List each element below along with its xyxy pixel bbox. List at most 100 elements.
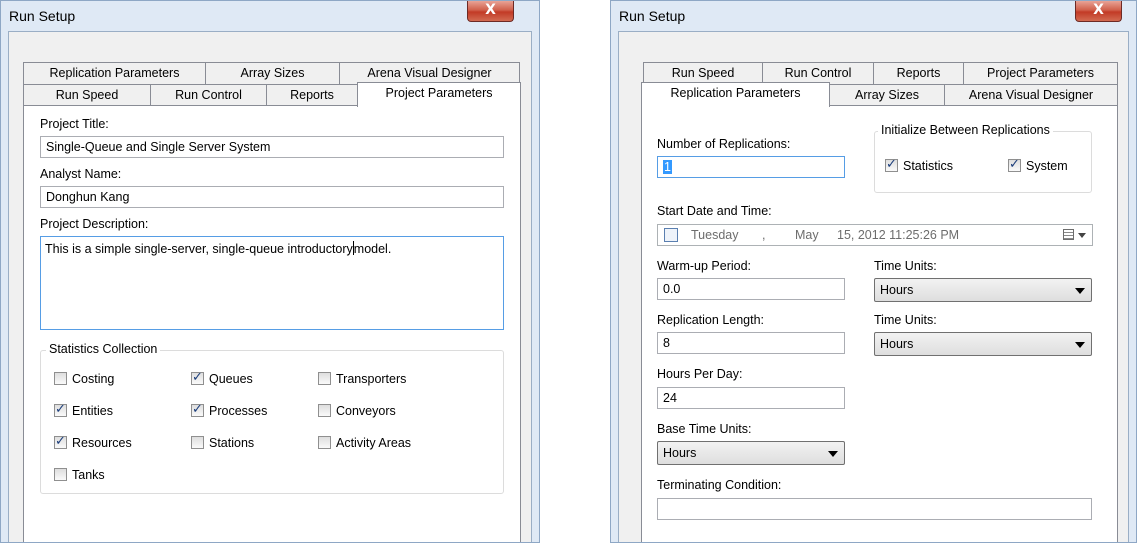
replication-length-input[interactable]: 8 xyxy=(657,332,845,354)
tab-array-sizes[interactable]: Array Sizes xyxy=(205,62,340,84)
queues-checkbox[interactable]: Queues xyxy=(191,370,253,387)
start-date-checkbox[interactable] xyxy=(664,228,678,242)
init-system-label: System xyxy=(1026,159,1068,173)
costing-label: Costing xyxy=(72,372,115,386)
replication-length-time-units-select[interactable]: Hours xyxy=(874,332,1092,356)
processes-label: Processes xyxy=(209,404,268,418)
start-date-day-year-time: 15, 2012 11:25:26 PM xyxy=(837,228,960,242)
dialog-title: Run Setup xyxy=(9,8,76,24)
checkbox-checked-icon xyxy=(54,402,67,418)
tab-replication-parameters[interactable]: Replication Parameters xyxy=(641,82,830,107)
hours-per-day-input[interactable]: 24 xyxy=(657,387,845,409)
tab-run-control[interactable]: Run Control xyxy=(150,84,267,106)
tab-project-parameters[interactable]: Project Parameters xyxy=(963,62,1118,84)
tab-arena-visual-designer[interactable]: Arena Visual Designer xyxy=(944,84,1118,106)
tab-arena-visual-designer[interactable]: Arena Visual Designer xyxy=(339,62,520,84)
title-bar: Run Setup X xyxy=(1,1,539,31)
init-statistics-checkbox[interactable]: Statistics xyxy=(885,157,954,174)
analyst-name-input[interactable]: Donghun Kang xyxy=(40,186,504,208)
checkbox-icon xyxy=(318,404,331,417)
close-icon: X xyxy=(485,2,496,18)
base-time-units-select[interactable]: Hours xyxy=(657,441,845,465)
close-button[interactable]: X xyxy=(1075,1,1122,22)
close-button[interactable]: X xyxy=(467,1,514,22)
start-date-weekday: Tuesday xyxy=(691,228,739,242)
checkbox-checked-icon xyxy=(885,157,898,173)
dialog-client-area: Replication Parameters Array Sizes Arena… xyxy=(8,31,532,542)
checkbox-icon xyxy=(54,372,67,385)
conveyors-label: Conveyors xyxy=(336,404,396,418)
warmup-period-input[interactable]: 0.0 xyxy=(657,278,845,300)
base-time-units-label: Base Time Units: xyxy=(657,422,752,436)
checkbox-checked-icon xyxy=(1008,157,1021,173)
queues-label: Queues xyxy=(209,372,253,386)
terminating-condition-input[interactable] xyxy=(657,498,1092,520)
tab-page-replication-parameters: Number of Replications: 1 Initialize Bet… xyxy=(641,105,1118,542)
replication-length-time-units-value: Hours xyxy=(880,337,914,351)
dialog-title: Run Setup xyxy=(619,8,686,24)
checkbox-icon xyxy=(318,436,331,449)
replication-length-time-units-label: Time Units: xyxy=(874,313,937,327)
activity-areas-label: Activity Areas xyxy=(336,436,412,450)
tab-run-control[interactable]: Run Control xyxy=(762,62,874,84)
checkbox-checked-icon xyxy=(191,402,204,418)
init-statistics-label: Statistics xyxy=(903,159,954,173)
close-icon: X xyxy=(1093,2,1104,18)
statistics-collection-title: Statistics Collection xyxy=(46,342,161,356)
chevron-down-icon xyxy=(828,451,838,457)
num-replications-value: 1 xyxy=(663,160,672,174)
project-description-label: Project Description: xyxy=(40,217,149,231)
initialize-group-title: Initialize Between Replications xyxy=(878,123,1053,137)
tanks-label: Tanks xyxy=(72,468,105,482)
hours-per-day-label: Hours Per Day: xyxy=(657,367,743,381)
chevron-down-icon[interactable] xyxy=(1078,233,1086,238)
analyst-name-label: Analyst Name: xyxy=(40,167,122,181)
run-setup-dialog-right: Run Setup X Run Speed Run Control Report… xyxy=(610,0,1137,543)
replication-length-label: Replication Length: xyxy=(657,313,765,327)
stations-label: Stations xyxy=(209,436,255,450)
tab-run-speed[interactable]: Run Speed xyxy=(23,84,151,106)
transporters-checkbox[interactable]: Transporters xyxy=(318,371,406,387)
chevron-down-icon xyxy=(1075,288,1085,294)
base-time-units-value: Hours xyxy=(663,446,697,460)
entities-label: Entities xyxy=(72,404,113,418)
checkbox-checked-icon xyxy=(54,434,67,450)
checkbox-icon xyxy=(54,468,67,481)
start-date-month: May xyxy=(795,228,819,242)
project-description-textarea[interactable]: This is a simple single-server, single-q… xyxy=(40,236,504,330)
costing-checkbox[interactable]: Costing xyxy=(54,371,114,387)
tab-reports[interactable]: Reports xyxy=(266,84,358,106)
stations-checkbox[interactable]: Stations xyxy=(191,435,254,451)
terminating-condition-label: Terminating Condition: xyxy=(657,478,782,492)
project-title-label: Project Title: xyxy=(40,117,109,131)
checkbox-checked-icon xyxy=(191,370,204,386)
num-replications-input[interactable]: 1 xyxy=(657,156,845,178)
checkbox-icon xyxy=(318,372,331,385)
processes-checkbox[interactable]: Processes xyxy=(191,402,268,419)
chevron-down-icon xyxy=(1075,342,1085,348)
transporters-label: Transporters xyxy=(336,372,407,386)
tab-array-sizes[interactable]: Array Sizes xyxy=(829,84,945,106)
entities-checkbox[interactable]: Entities xyxy=(54,402,113,419)
project-title-input[interactable]: Single-Queue and Single Server System xyxy=(40,136,504,158)
tab-reports[interactable]: Reports xyxy=(873,62,964,84)
tab-replication-parameters[interactable]: Replication Parameters xyxy=(23,62,206,84)
start-date-picker[interactable]: Tuesday , May 15, 2012 11:25:26 PM xyxy=(657,224,1093,246)
warmup-period-label: Warm-up Period: xyxy=(657,259,752,273)
init-system-checkbox[interactable]: System xyxy=(1008,157,1068,174)
tab-project-parameters[interactable]: Project Parameters xyxy=(357,82,521,107)
tab-run-speed[interactable]: Run Speed xyxy=(643,62,763,84)
activity-areas-checkbox[interactable]: Activity Areas xyxy=(318,435,411,451)
description-text-after-cursor: model. xyxy=(353,242,392,256)
resources-checkbox[interactable]: Resources xyxy=(54,434,132,451)
conveyors-checkbox[interactable]: Conveyors xyxy=(318,403,396,419)
start-date-label: Start Date and Time: xyxy=(657,204,772,218)
description-text-before-cursor: This is a simple single-server, single-q… xyxy=(45,242,353,256)
resources-label: Resources xyxy=(72,436,132,450)
initialize-between-replications-group: Initialize Between Replications Statisti… xyxy=(874,123,1092,193)
tab-page-project-parameters: Project Title: Single-Queue and Single S… xyxy=(23,105,521,542)
tanks-checkbox[interactable]: Tanks xyxy=(54,467,105,483)
calendar-icon[interactable] xyxy=(1063,229,1074,240)
warmup-time-units-select[interactable]: Hours xyxy=(874,278,1092,302)
num-replications-label: Number of Replications: xyxy=(657,137,791,151)
